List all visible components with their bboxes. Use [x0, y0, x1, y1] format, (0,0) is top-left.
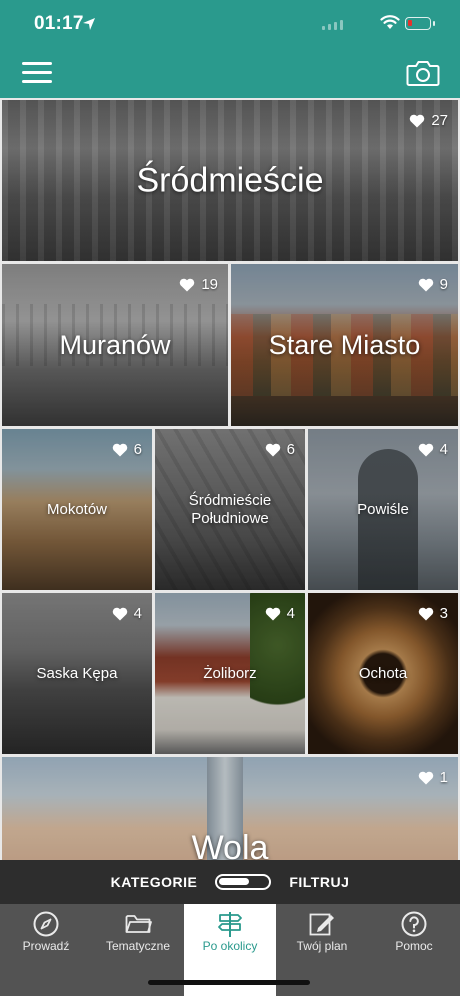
likes-count: 27 [409, 112, 448, 129]
district-tile-ochota[interactable]: 3 Ochota [308, 593, 458, 754]
heart-icon [265, 443, 280, 456]
district-tile-saska-kepa[interactable]: 4 Saska Kępa [2, 593, 152, 754]
wifi-icon [380, 15, 400, 29]
district-tile-wola[interactable]: 1 Wola [2, 757, 458, 860]
likes-count: 19 [179, 276, 218, 293]
heart-icon [418, 278, 433, 291]
district-tile-srodmiescie[interactable]: 27 Śródmieście [2, 100, 458, 261]
district-name: Ochota [358, 664, 408, 682]
district-name: Mokotów [46, 500, 108, 518]
heart-icon [410, 114, 425, 127]
folder-icon [125, 915, 152, 933]
district-name: Wola [191, 829, 269, 860]
likes-count: 9 [418, 276, 448, 293]
home-indicator[interactable] [148, 980, 310, 985]
cellular-signal-icon [322, 20, 376, 30]
heart-icon [180, 278, 195, 291]
signpost-icon [218, 912, 242, 937]
likes-count: 4 [112, 605, 142, 622]
likes-count: 1 [418, 769, 448, 786]
likes-count: 4 [418, 441, 448, 458]
likes-count: 6 [265, 441, 295, 458]
likes-count: 6 [112, 441, 142, 458]
district-tile-zoliborz[interactable]: 4 Żoliborz [155, 593, 305, 754]
hamburger-menu-icon[interactable] [22, 60, 52, 86]
categories-filter-toggle[interactable] [215, 874, 272, 890]
heart-icon [112, 607, 127, 620]
tab-prowadz[interactable]: Prowadź [0, 904, 92, 996]
tab-label: Prowadź [22, 939, 70, 953]
top-navigation-bar [0, 50, 460, 98]
heart-icon [418, 607, 433, 620]
district-name: Żoliborz [203, 664, 257, 682]
help-icon [401, 911, 427, 937]
tab-label: Po okolicy [202, 939, 258, 953]
district-tile-powisle[interactable]: 4 Powiśle [308, 429, 458, 590]
heart-icon [418, 771, 433, 784]
tab-pomoc[interactable]: Pomoc [368, 904, 460, 996]
district-tile-muranow[interactable]: 19 Muranów [2, 264, 228, 426]
compass-icon [33, 911, 59, 937]
district-grid: 27 Śródmieście 19 Muranów 9 Stare Miasto… [0, 98, 460, 860]
filter-bar: KATEGORIE FILTRUJ [0, 860, 460, 904]
tab-label: Tematyczne [105, 939, 171, 953]
camera-icon[interactable] [406, 59, 440, 87]
district-tile-stare-miasto[interactable]: 9 Stare Miasto [231, 264, 458, 426]
tab-label: Twój plan [296, 939, 348, 953]
battery-icon [405, 17, 435, 30]
edit-plan-icon [309, 913, 334, 936]
district-name: Śródmieście Południowe [188, 491, 272, 527]
heart-icon [112, 443, 127, 456]
filter-label[interactable]: FILTRUJ [289, 874, 349, 890]
heart-icon [265, 607, 280, 620]
district-name: Saska Kępa [36, 664, 118, 682]
district-name: Powiśle [357, 500, 409, 518]
categories-label[interactable]: KATEGORIE [111, 874, 198, 890]
district-name: Muranów [59, 329, 171, 360]
likes-count: 3 [418, 605, 448, 622]
district-tile-srodmiescie-poludniowe[interactable]: 6 Śródmieście Południowe [155, 429, 305, 590]
district-tile-mokotow[interactable]: 6 Mokotów [2, 429, 152, 590]
location-arrow-icon [83, 18, 95, 30]
district-name: Śródmieście [136, 161, 324, 200]
likes-count: 4 [265, 605, 295, 622]
heart-icon [418, 443, 433, 456]
district-name: Stare Miasto [268, 329, 421, 360]
tab-label: Pomoc [395, 939, 433, 953]
status-time: 01:17 [34, 13, 84, 34]
status-bar: 01:17 [0, 0, 460, 50]
